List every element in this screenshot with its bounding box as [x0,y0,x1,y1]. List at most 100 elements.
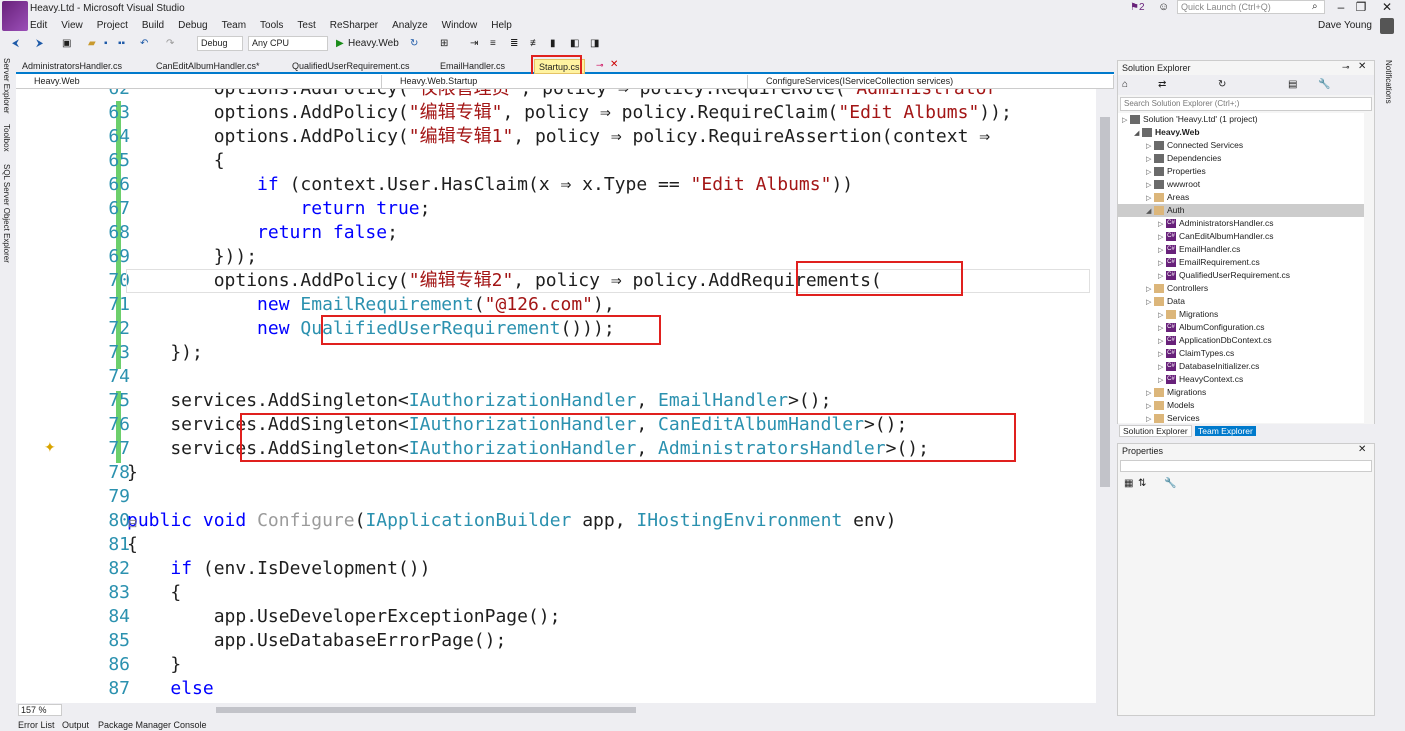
hscroll-thumb[interactable] [216,707,636,713]
tree-item[interactable]: ▷ C# EmailHandler.cs [1118,243,1364,256]
toolbox-tab[interactable]: Toolbox [2,124,11,152]
zoom-select[interactable]: 157 % [18,704,62,716]
tree-item[interactable]: ▷ C# CanEditAlbumHandler.cs [1118,230,1364,243]
server-explorer-tab[interactable]: Server Explorer [2,58,11,114]
home-icon[interactable]: ⌂ [1122,79,1128,90]
code-line[interactable]: 82 if (env.IsDevelopment()) [16,557,1096,581]
show-all-files-icon[interactable]: ▤ [1288,79,1297,90]
code-line[interactable]: 74 [16,365,1096,389]
tree-item[interactable]: ▷ Migrations [1118,386,1364,399]
save-all-icon[interactable]: ▪▪ [118,37,125,51]
code-line[interactable]: 71 new EmailRequirement("@126.com"), [16,293,1096,317]
properties-icon[interactable]: 🔧 [1318,79,1330,90]
tree-item[interactable]: ▷ Solution 'Heavy.Ltd' (1 project) [1118,113,1364,126]
uncomment-icon[interactable]: ≢ [530,37,540,51]
tree-item[interactable]: ▷ C# AlbumConfiguration.cs [1118,321,1364,334]
back-icon[interactable]: ⮜ [12,37,19,51]
pin-icon[interactable]: ⊸ [596,60,604,71]
tab-administrators-handler[interactable]: AdministratorsHandler.cs [18,59,126,74]
tree-item[interactable]: ▷ C# HeavyContext.cs [1118,373,1364,386]
new-project-icon[interactable]: ▣ [62,37,71,51]
solution-search-input[interactable]: Search Solution Explorer (Ctrl+;) [1120,97,1372,111]
error-list-tab[interactable]: Error List [18,720,55,730]
vertical-scrollbar[interactable] [1096,89,1114,703]
categorized-icon[interactable]: ▦ [1124,478,1133,489]
scroll-thumb[interactable] [1100,117,1110,487]
code-line[interactable]: 79 [16,485,1096,509]
tree-item[interactable]: ▷ wwwroot [1118,178,1364,191]
tree-item[interactable]: ▷ C# EmailRequirement.cs [1118,256,1364,269]
code-line[interactable]: 84 app.UseDeveloperExceptionPage(); [16,605,1096,629]
menu-build[interactable]: Build [142,18,164,34]
menu-view[interactable]: View [61,18,83,34]
property-pages-icon[interactable]: 🔧 [1164,478,1176,489]
code-line[interactable]: 75 services.AddSingleton<IAuthorizationH… [16,389,1096,413]
code-line[interactable]: 63 options.AddPolicy("编辑专辑", policy ⇒ po… [16,101,1096,125]
close-button[interactable]: ✕ [1378,0,1396,16]
menu-tools[interactable]: Tools [260,18,283,34]
code-line[interactable]: 67 return true; [16,197,1096,221]
tree-item[interactable]: ▷ C# ClaimTypes.cs [1118,347,1364,360]
sync-icon[interactable]: ⇄ [1158,79,1166,90]
undo-icon[interactable]: ↶ [140,37,148,51]
code-line[interactable]: 85 app.UseDatabaseErrorPage(); [16,629,1096,653]
code-line[interactable]: 62 options.AddPolicy("仅限管理员", policy ⇒ p… [16,89,1096,101]
code-line[interactable]: 68 return false; [16,221,1096,245]
tree-item[interactable]: ▷ Connected Services [1118,139,1364,152]
tree-item[interactable]: ▷ Migrations [1118,308,1364,321]
toolbar-icon-3[interactable]: ≡ [490,37,496,51]
expand-arrow-icon[interactable]: ▷ [1146,413,1154,423]
start-debug-button[interactable]: Heavy.Web [348,37,399,51]
member-dropdown[interactable]: ConfigureServices(IServiceCollection ser… [748,75,1114,88]
alphabetical-icon[interactable]: ⇅ [1138,478,1146,489]
notifications-tab[interactable]: Notifications [1384,60,1393,104]
user-avatar-icon[interactable] [1380,18,1394,34]
tab-email-handler[interactable]: EmailHandler.cs [436,59,509,74]
properties-close-icon[interactable]: ✕ [1358,444,1366,455]
tree-item[interactable]: ▷ Dependencies [1118,152,1364,165]
tree-item[interactable]: ▷ Properties [1118,165,1364,178]
horizontal-scrollbar[interactable] [16,703,1114,717]
code-line[interactable]: 78} [16,461,1096,485]
redo-icon[interactable]: ↷ [166,37,174,51]
tree-item[interactable]: ▷ C# QualifiedUserRequirement.cs [1118,269,1364,282]
refresh-icon[interactable]: ↻ [410,37,418,51]
panel-close-icon[interactable]: ✕ [1358,61,1366,72]
tree-item[interactable]: ▷ C# ApplicationDbContext.cs [1118,334,1364,347]
output-tab[interactable]: Output [62,720,89,730]
refresh-icon[interactable]: ↻ [1218,79,1226,90]
menu-team[interactable]: Team [222,18,246,34]
open-file-icon[interactable]: ▰ [88,37,96,51]
toolbar-icon-2[interactable]: ⇥ [470,37,478,51]
configuration-select[interactable]: Debug [197,36,243,51]
quick-launch-input[interactable]: Quick Launch (Ctrl+Q) [1177,0,1325,14]
restore-button[interactable]: ❐ [1352,0,1370,16]
tree-item[interactable]: ◢ Auth [1118,204,1364,217]
bookmark-next-icon[interactable]: ◨ [590,37,599,51]
menu-test[interactable]: Test [297,18,315,34]
tree-item[interactable]: ▷ Data [1118,295,1364,308]
code-editor[interactable]: 62 options.AddPolicy("仅限管理员", policy ⇒ p… [16,89,1096,703]
notification-flag-icon[interactable]: ⚑2 [1130,2,1152,14]
menu-analyze[interactable]: Analyze [392,18,428,34]
tree-item[interactable]: ◢ Heavy.Web [1118,126,1364,139]
tree-item[interactable]: ▷ Controllers [1118,282,1364,295]
project-dropdown[interactable]: Heavy.Web [16,75,382,88]
sql-server-object-explorer-tab[interactable]: SQL Server Object Explorer [2,164,11,263]
tree-item[interactable]: ▷ C# DatabaseInitializer.cs [1118,360,1364,373]
minimize-button[interactable]: – [1332,0,1350,16]
code-line[interactable]: 81{ [16,533,1096,557]
tab-can-edit-album-handler[interactable]: CanEditAlbumHandler.cs* [152,59,264,74]
bookmark-prev-icon[interactable]: ◧ [570,37,579,51]
tree-item[interactable]: ▷ Areas [1118,191,1364,204]
menu-project[interactable]: Project [97,18,128,34]
code-line[interactable]: 65 { [16,149,1096,173]
code-line[interactable]: 64 options.AddPolicy("编辑专辑1", policy ⇒ p… [16,125,1096,149]
class-dropdown[interactable]: Heavy.Web.Startup [382,75,748,88]
menu-window[interactable]: Window [442,18,478,34]
code-line[interactable]: 83 { [16,581,1096,605]
code-line[interactable]: 66 if (context.User.HasClaim(x ⇒ x.Type … [16,173,1096,197]
save-icon[interactable]: ▪ [104,37,108,51]
menu-edit[interactable]: Edit [30,18,47,34]
collapse-icon[interactable]: ⊟ [128,517,137,530]
